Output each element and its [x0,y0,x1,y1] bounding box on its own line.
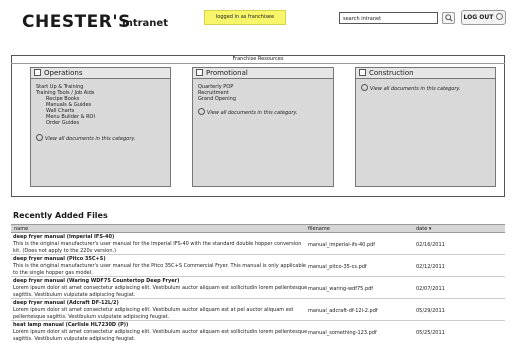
arrow-circle-icon [36,134,43,141]
link-grand-opening[interactable]: Grand Opening [198,96,333,102]
file-description: Lorem ipsum dolor sit amet consectetur a… [13,307,294,320]
file-date: 02/12/2011 [416,264,445,270]
login-status-note: logged in as franchisee [204,10,286,25]
file-title[interactable]: deep fryer manual (Waring WDF75 Countert… [13,278,179,284]
table-row[interactable]: deep fryer manual (Waring WDF75 Countert… [11,277,505,299]
category-heading[interactable]: Construction [356,68,495,79]
category-heading[interactable]: Operations [31,68,170,79]
file-description: This is the original manufacturer's user… [13,263,306,276]
logout-button[interactable]: LOG OUT [461,10,506,25]
search-icon [444,14,453,22]
recent-files-title: Recently Added Files [13,211,108,220]
page-title: Intranet [122,18,168,29]
table-row[interactable]: deep fryer manual (Adcraft DF-12L/2) Lor… [11,299,505,321]
view-all-operations-link[interactable]: View all documents in this category. [36,134,170,142]
col-header-date[interactable]: date ▾ [416,225,431,233]
file-date: 02/16/2011 [416,242,445,248]
logout-label: LOG OUT [463,14,494,21]
sort-down-icon: ▾ [428,226,432,232]
file-name[interactable]: manual_pitco-35-cs.pdf [308,264,367,270]
file-name[interactable]: manual_something-123.pdf [308,330,377,336]
file-description: Lorem ipsum dolor sit amet consectetur a… [13,285,308,298]
category-construction: Construction View all documents in this … [355,67,496,187]
search-input[interactable]: search intranet [339,12,438,24]
arrow-circle-icon [361,84,368,91]
file-date: 05/25/2011 [416,330,445,336]
file-title[interactable]: deep fryer manual (Imperial IFS-40) [13,234,114,240]
folder-icon [359,69,366,76]
category-promotional: Promotional Quarterly POP Recruitment Gr… [192,67,334,187]
table-header: name filename date ▾ [11,224,505,233]
file-name[interactable]: manual_waring-wdf75.pdf [308,286,373,292]
file-title[interactable]: deep fryer manual (Adcraft DF-12L/2) [13,300,119,306]
file-title[interactable]: heat lamp manual (Carlisle HL7230D (P)) [13,322,128,328]
brand-logo-text: CHESTER'S [22,12,131,32]
franchise-resources-title: Franchise Resources [11,55,505,64]
category-operations: Operations Start Up & Training Training … [30,67,171,187]
file-name[interactable]: manual_adcraft-df-12l-2.pdf [308,308,378,314]
table-row[interactable]: heat lamp manual (Carlisle HL7230D (P)) … [11,321,505,343]
file-date: 05/29/2011 [416,308,445,314]
category-heading[interactable]: Promotional [193,68,333,79]
view-all-construction-link[interactable]: View all documents in this category. [361,84,495,92]
view-all-promotional-link[interactable]: View all documents in this category. [198,108,333,116]
file-description: Lorem ipsum dolor sit amet consectetur a… [13,329,308,342]
table-row[interactable]: deep fryer manual (Imperial IFS-40) This… [11,233,505,255]
col-header-name[interactable]: name [14,225,28,233]
folder-icon [34,69,41,76]
folder-icon [196,69,203,76]
logout-icon [496,13,504,20]
file-title[interactable]: deep fryer manual (Pitco 35C+S) [13,256,106,262]
file-name[interactable]: manual_imperial-ifs-40.pdf [308,242,375,248]
file-description: This is the original manufacturer's user… [13,241,302,254]
col-header-filename[interactable]: filename [308,225,330,233]
arrow-circle-icon [198,108,205,115]
file-date: 02/07/2011 [416,286,445,292]
table-row[interactable]: deep fryer manual (Pitco 35C+S) This is … [11,255,505,277]
search-button[interactable] [442,12,455,24]
link-order-guides[interactable]: Order Guides [36,120,170,126]
